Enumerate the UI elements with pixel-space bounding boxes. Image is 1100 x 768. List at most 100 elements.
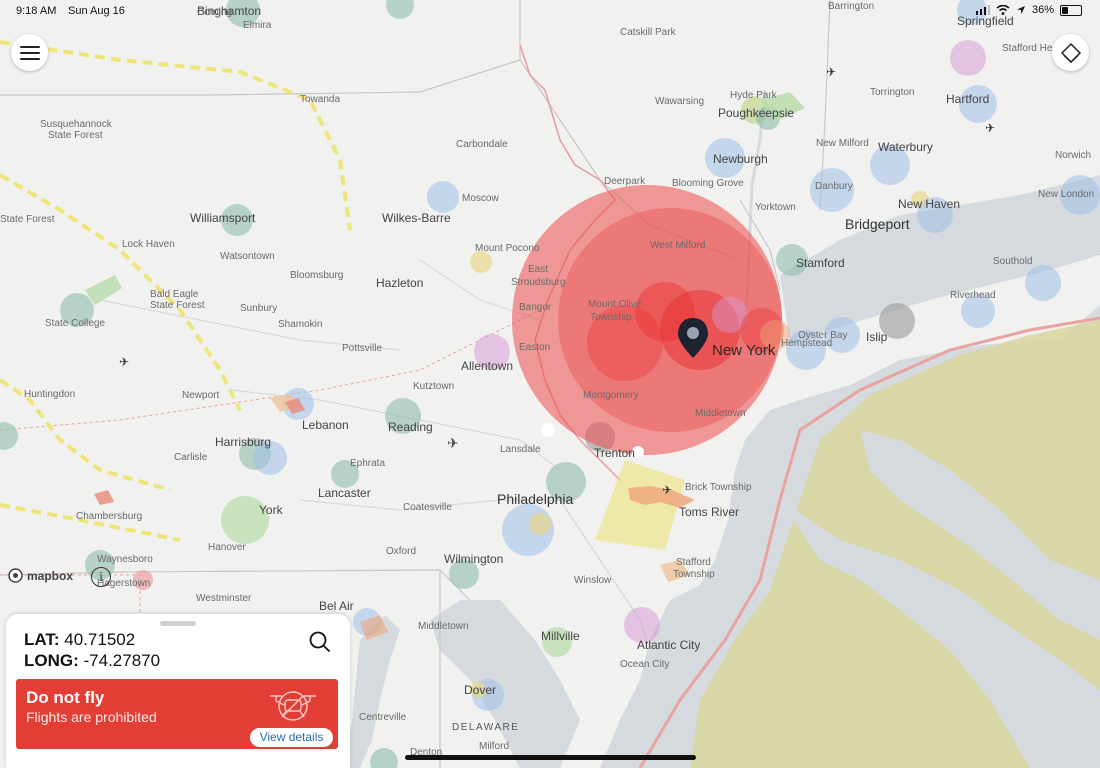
flight-advisory[interactable]: Do not fly Flights are prohibited View d… [16, 679, 338, 749]
layers-icon [1060, 42, 1081, 63]
status-date: Sun Aug 16 [68, 5, 125, 17]
menu-button[interactable] [11, 34, 48, 71]
map-label: Moscow [462, 193, 499, 204]
map-label: Bloomsburg [290, 270, 343, 281]
map-label: Westminster [196, 593, 252, 604]
map-label: Susquehannock [40, 119, 113, 130]
mapbox-brand: mapbox [27, 568, 74, 583]
map-label: Lebanon [302, 418, 349, 432]
map-label: Carbondale [456, 139, 508, 150]
map-label: East [528, 264, 548, 275]
search-button[interactable] [306, 628, 334, 656]
longitude-row: LONG: -74.27870 [24, 651, 160, 671]
map-label: Millville [541, 629, 580, 643]
map-label: Township [590, 312, 632, 323]
map-label: Hyde Park [730, 90, 778, 101]
map-label: Dover [464, 683, 496, 697]
map-label: Islip [866, 330, 888, 344]
status-indicators: 36% [975, 4, 1082, 16]
map-label: State Forest [48, 130, 103, 141]
map-label: State College [45, 318, 105, 329]
map-label: Catskill Park [620, 27, 677, 38]
map-label: York [259, 503, 284, 517]
map-label: Wilmington [444, 552, 503, 566]
map-label: Bridgeport [845, 216, 910, 232]
battery-percent: 36% [1031, 4, 1054, 16]
map-label: Brick Township [685, 482, 752, 493]
map-label: Montgomery [583, 390, 639, 401]
svg-text:✈: ✈ [662, 483, 672, 497]
drag-handle[interactable] [160, 621, 196, 626]
svg-text:✈: ✈ [119, 355, 129, 369]
map-label: Riverhead [950, 290, 996, 301]
map-label: New Haven [898, 197, 960, 211]
map-label: Mount Pocono [475, 243, 540, 254]
map-label: Hartford [946, 92, 989, 106]
no-drone-icon [270, 691, 316, 721]
svg-text:✈: ✈ [826, 65, 836, 79]
longitude-value: -74.27870 [83, 651, 161, 670]
map-label: Blooming Grove [672, 178, 744, 189]
map-label: Wawarsing [655, 96, 704, 107]
map-label: Deerpark [604, 176, 646, 187]
advisory-title: Do not fly [26, 688, 105, 707]
mapbox-logo-icon [8, 568, 23, 583]
location-card[interactable]: LAT: 40.71502 LONG: -74.27870 Do not fly… [6, 614, 350, 768]
mapbox-attribution: mapbox [8, 568, 73, 583]
map-label: Atlantic City [637, 638, 700, 652]
info-button[interactable]: i [91, 567, 111, 587]
map-label: State Forest [150, 300, 205, 311]
map-label: Bald Eagle [150, 289, 199, 300]
latitude-label: LAT: [24, 630, 60, 649]
map-label: Hazleton [376, 276, 423, 290]
status-bar: 9:18 AM Sun Aug 16 36% [0, 0, 1100, 22]
latitude-row: LAT: 40.71502 [24, 630, 135, 650]
map-label: Newport [182, 390, 219, 401]
map-label: Stroudsburg [511, 277, 565, 288]
advisory-subtitle: Flights are prohibited [26, 709, 157, 725]
map-label: Philadelphia [497, 491, 573, 507]
map-label: West Milford [650, 240, 705, 251]
hamburger-icon [19, 45, 40, 60]
map-label: Ocean City [620, 659, 669, 670]
map-label: Bangor [519, 302, 552, 313]
map-label: Lock Haven [122, 239, 175, 250]
map-label: Winslow [574, 575, 612, 586]
map-label: Shamokin [278, 319, 322, 330]
map-label: Oxford [386, 546, 416, 557]
status-time: 9:18 AM [16, 5, 57, 17]
map-label: Easton [519, 342, 550, 353]
map-label: Hempstead [781, 338, 832, 349]
map-label: Newburgh [713, 152, 768, 166]
map-label: New London [1038, 189, 1094, 200]
map-label: Toms River [679, 505, 739, 519]
map-label: Wilkes-Barre [382, 211, 451, 225]
map-label: Ephrata [350, 458, 385, 469]
map-label: Stafford He [1002, 43, 1053, 54]
map-label: Huntingdon [24, 389, 75, 400]
map-label: New York [712, 342, 776, 359]
map-label: Yorktown [755, 202, 796, 213]
map-label: Pottsville [342, 343, 382, 354]
map-label: Poughkeepsie [718, 106, 794, 120]
map-label: Carlisle [174, 452, 208, 463]
map-label: Reading [388, 420, 433, 434]
map-label: Harrisburg [215, 435, 271, 449]
map-label: Stafford [676, 557, 711, 568]
map-label: Watsontown [220, 251, 275, 262]
map-label: Bel Air [319, 599, 354, 613]
map-label: Hanover [208, 542, 246, 553]
map-label: Williamsport [190, 211, 256, 225]
map-label: Norwich [1055, 150, 1091, 161]
map-label: Lansdale [500, 444, 541, 455]
map-label: Sunbury [240, 303, 277, 314]
home-indicator[interactable] [405, 755, 696, 760]
signal-icon [975, 5, 990, 15]
view-details-button[interactable]: View details [250, 728, 333, 747]
layers-button[interactable] [1052, 34, 1089, 71]
map-label: Southold [993, 256, 1032, 267]
battery-icon [1060, 4, 1082, 16]
map-label: Mount Olive [588, 299, 642, 310]
map-label: DELAWARE [452, 722, 519, 733]
longitude-label: LONG: [24, 651, 79, 670]
